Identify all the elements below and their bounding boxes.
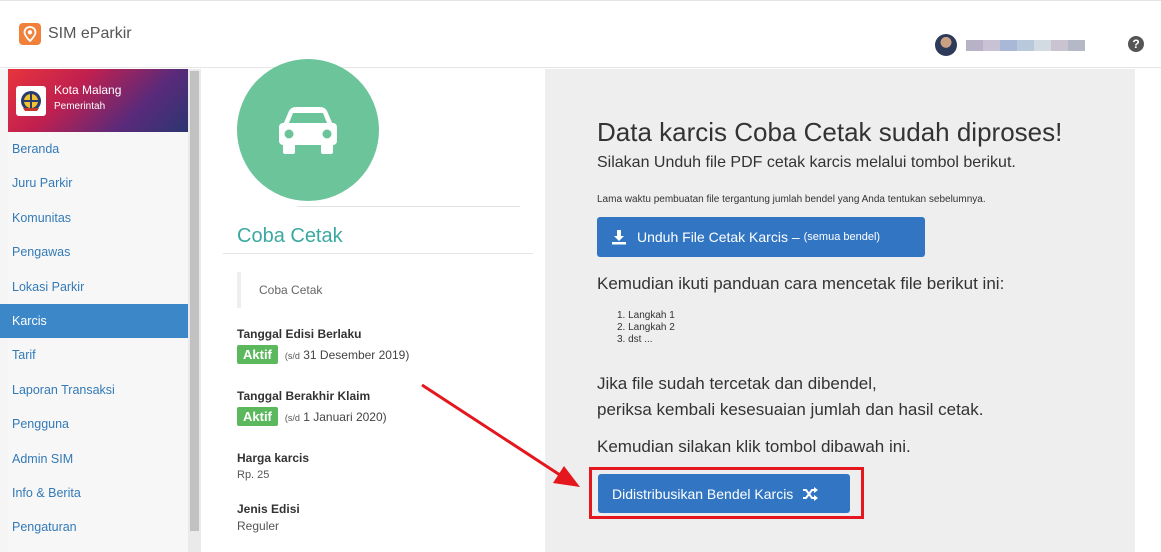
date-value: 31 Desember 2019) [303,347,410,362]
harga-label: Harga karcis [237,451,310,465]
check-text-line2: periksa kembali kesesuaian jumlah dan ha… [597,400,984,419]
result-heading: Data karcis Coba Cetak sudah diproses! [597,117,1063,147]
distribute-button[interactable]: Didistribusikan Bendel Karcis [598,474,850,513]
download-button-label: Unduh File Cetak Karcis – [637,229,800,245]
sidebar-item-pengaturan[interactable]: Pengaturan [8,510,188,544]
page-margin [1135,69,1161,552]
result-note: Lama waktu pembuatan file tergantung jum… [597,194,986,205]
download-button-sub: (semua bendel) [803,231,881,243]
check-text-line1: Jika file sudah tercetak dan dibendel, [597,374,877,393]
jenis-edisi-label: Jenis Edisi [237,502,300,516]
guide-text: Kemudian ikuti panduan cara mencetak fil… [597,274,1005,293]
org-header[interactable]: Kota Malang Pemerintah [8,69,188,132]
tanggal-edisi-label: Tanggal Edisi Berlaku [237,327,362,341]
user-menu[interactable] [935,34,1085,56]
sidebar-item-laporan-transaksi[interactable]: Laporan Transaksi [8,373,188,407]
click-instruction: Kemudian silakan klik tombol dibawah ini… [597,437,911,456]
scrollbar-thumb[interactable] [190,71,199,531]
sidebar-content: Kota Malang Pemerintah Beranda Juru Park… [0,69,188,552]
harga-value: Rp. 25 [237,469,270,481]
tanggal-klaim-label: Tanggal Berakhir Klaim [237,389,371,403]
avatar [935,34,957,56]
org-subtitle: Pemerintah [54,101,106,112]
steps-list: 1. Langkah 1 2. Langkah 2 3. dst ... [617,310,675,346]
edisi-detail-panel: Coba Cetak Coba Cetak Tanggal Edisi Berl… [201,59,545,552]
sidebar-item-juru-parkir[interactable]: Juru Parkir [8,166,188,200]
edisi-description: Coba Cetak [237,272,322,308]
status-badge: Aktif [237,407,278,426]
tanggal-edisi-status: Aktif (s/d 31 Desember 2019) [237,345,409,364]
edisi-title: Coba Cetak [237,225,343,247]
date-prefix: (s/d [284,350,300,361]
divider [223,253,533,254]
status-badge: Aktif [237,345,278,364]
car-icon [237,59,379,201]
date-value: 1 Januari 2020) [303,409,387,424]
sidebar-nav: Beranda Juru Parkir Komunitas Pengawas L… [0,132,188,545]
sidebar-item-info-berita[interactable]: Info & Berita [8,476,188,510]
list-item: 2. Langkah 2 [617,322,675,333]
result-subheading: Silakan Unduh file PDF cetak karcis mela… [597,154,1016,171]
list-item: 3. dst ... [617,334,653,345]
sidebar-item-beranda[interactable]: Beranda [8,132,188,166]
download-icon [612,230,626,245]
download-button[interactable]: Unduh File Cetak Karcis – (semua bendel) [597,217,925,257]
tanggal-klaim-status: Aktif (s/d 1 Januari 2020) [237,407,387,426]
help-icon[interactable]: ? [1128,36,1144,52]
distribute-button-label: Didistribusikan Bendel Karcis [612,485,794,502]
sidebar-item-karcis[interactable]: Karcis [0,303,188,339]
app-title: SIM eParkir [48,25,132,42]
sidebar-item-lokasi-parkir[interactable]: Lokasi Parkir [8,270,188,304]
tanggal-klaim-date: (s/d 1 Januari 2020) [285,410,387,424]
process-result-panel: Data karcis Coba Cetak sudah diproses! S… [545,69,1135,552]
user-name-redacted [966,39,1085,51]
top-navbar: SIM eParkir ? [0,0,1161,68]
org-name: Kota Malang [54,83,122,97]
divider [297,206,520,207]
date-prefix: (s/d [284,412,300,423]
tanggal-edisi-date: (s/d 31 Desember 2019) [285,348,409,362]
sidebar: Kota Malang Pemerintah Beranda Juru Park… [0,69,201,552]
sidebar-item-admin-sim[interactable]: Admin SIM [8,442,188,476]
city-emblem-icon [16,86,46,116]
shuffle-icon [803,486,819,501]
sidebar-item-tarif[interactable]: Tarif [8,338,188,372]
sidebar-item-pengguna[interactable]: Pengguna [8,407,188,441]
brand[interactable]: SIM eParkir [19,23,132,45]
list-item: 1. Langkah 1 [617,310,675,321]
sidebar-item-komunitas[interactable]: Komunitas [8,201,188,235]
sidebar-item-pengawas[interactable]: Pengawas [8,235,188,269]
sidebar-scrollbar[interactable] [188,69,201,552]
location-pin-logo-icon [19,23,41,45]
jenis-edisi-value: Reguler [237,519,280,533]
